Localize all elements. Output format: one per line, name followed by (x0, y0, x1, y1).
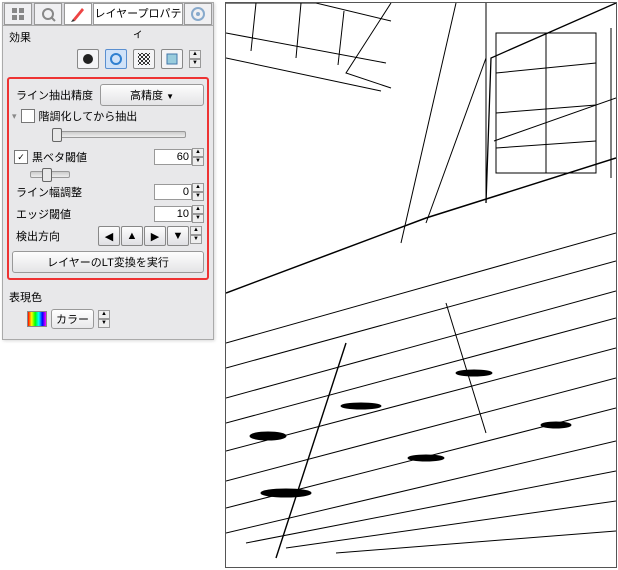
posterize-label: 階調化してから抽出 (39, 108, 138, 124)
lineart-illustration (226, 3, 616, 567)
color-mode-select[interactable]: カラー (51, 309, 94, 329)
effect-tone-icon[interactable] (133, 49, 155, 69)
effect-border-icon[interactable] (77, 49, 99, 69)
black-threshold-input[interactable] (154, 149, 192, 165)
black-threshold-spinner[interactable]: ▲▼ (192, 148, 204, 166)
precision-label: ライン抽出精度 (12, 85, 100, 105)
line-width-spinner[interactable]: ▲▼ (192, 183, 204, 201)
layer-property-panel: レイヤープロパティ 効果 ▲▼ ライン抽出精度 高精度 ▼ ▾ 階調化してから抽… (2, 2, 214, 340)
effects-header: 効果 (3, 26, 213, 47)
execute-lt-button[interactable]: レイヤーのLT変換を実行 (12, 251, 204, 273)
precision-dropdown[interactable]: 高精度 ▼ (100, 84, 204, 106)
line-extraction-group: ライン抽出精度 高精度 ▼ ▾ 階調化してから抽出 ✓ 黒ベタ閾値 ▲▼ ライン… (7, 77, 209, 280)
color-mode-spinner[interactable]: ▲▼ (98, 310, 110, 328)
collapse-icon[interactable]: ▾ (12, 111, 17, 122)
direction-spinner[interactable]: ▲▼ (190, 226, 202, 246)
edge-threshold-spinner[interactable]: ▲▼ (192, 205, 204, 223)
tab-layer-property[interactable] (64, 3, 92, 25)
tab-icon-1[interactable] (4, 3, 32, 25)
black-threshold-slider[interactable] (30, 168, 80, 180)
direction-right-button[interactable]: ▶ (144, 226, 166, 246)
effects-row: ▲▼ (3, 47, 213, 75)
effect-extract-line-icon[interactable] (105, 49, 127, 69)
direction-up-button[interactable]: ▲ (121, 226, 143, 246)
chevron-down-icon: ▼ (166, 92, 174, 101)
black-threshold-checkbox[interactable]: ✓ (14, 150, 28, 164)
tab-icon-2[interactable] (34, 3, 62, 25)
line-width-label: ライン幅調整 (12, 182, 100, 202)
color-swatch-icon (27, 311, 47, 327)
edge-threshold-label: エッジ閾値 (12, 204, 100, 224)
posterize-checkbox[interactable] (21, 109, 35, 123)
direction-left-button[interactable]: ◀ (98, 226, 120, 246)
preview-canvas (225, 2, 617, 568)
tab-icon-4[interactable] (184, 3, 212, 25)
effect-layer-color-icon[interactable] (161, 49, 183, 69)
panel-tabs: レイヤープロパティ (3, 3, 213, 26)
black-threshold-label: 黒ベタ閾値 (32, 149, 87, 165)
line-width-input[interactable] (154, 184, 192, 200)
color-header: 表現色 (3, 286, 213, 307)
edge-threshold-input[interactable] (154, 206, 192, 222)
direction-down-button[interactable]: ▼ (167, 226, 189, 246)
effects-more-icon[interactable]: ▲▼ (189, 50, 201, 68)
panel-title: レイヤープロパティ (93, 3, 183, 25)
direction-label: 検出方向 (12, 226, 70, 246)
posterize-slider[interactable] (52, 128, 196, 140)
